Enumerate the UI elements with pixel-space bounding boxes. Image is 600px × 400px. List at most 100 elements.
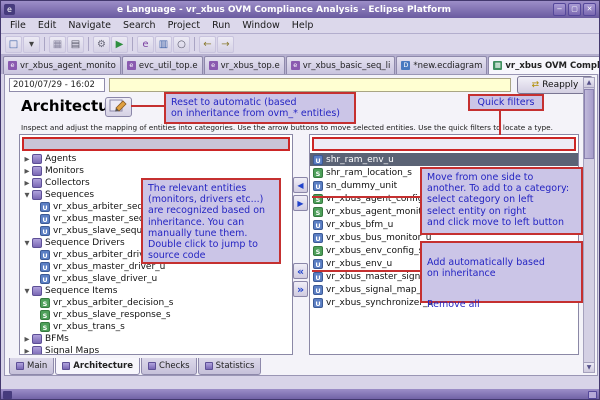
analysis-timestamp-field[interactable]: 2010/07/29 - 16:02 — [9, 78, 105, 92]
editor-tab-label: vr_xbus_top.e — [220, 60, 280, 71]
editor-tab-vr-xbus-ovm-complian[interactable]: ▦vr_xbus OVM Complian✕ — [488, 56, 599, 74]
close-button[interactable]: ✕ — [583, 3, 596, 16]
entity-label: vr_xbus_signal_map_u — [326, 284, 427, 295]
collapse-icon[interactable]: ▼ — [22, 191, 32, 199]
entity-type-icon: S — [40, 298, 50, 308]
entity-type-icon: U — [313, 219, 323, 230]
save-icon[interactable]: ▦ — [49, 35, 66, 53]
category-label: Sequence Items — [45, 286, 118, 296]
reapply-button[interactable]: ⇄ Reapply — [517, 76, 593, 94]
tree-entity-row[interactable]: Svr_xbus_slave_response_s — [20, 309, 292, 321]
editor-tab-new-ecdiagram[interactable]: D *new.ecdiagram — [396, 56, 488, 74]
status-bar — [1, 389, 599, 399]
collapse-icon[interactable]: ▼ — [22, 287, 32, 295]
editor-tab-vr-xbus-agent-monito[interactable]: e vr_xbus_agent_monito — [3, 56, 121, 74]
add-remove-connector — [312, 270, 420, 272]
view-tab-icon — [148, 362, 157, 370]
editor-tab-label: evc_util_top.e — [138, 60, 198, 71]
run-icon[interactable]: ▶ — [111, 35, 128, 53]
menu-edit[interactable]: Edit — [32, 19, 62, 32]
add-auto-note: Add automatically based on inheritance — [427, 257, 545, 280]
minimize-button[interactable]: − — [553, 3, 566, 16]
back-icon[interactable]: ← — [199, 35, 216, 53]
entity-label: vr_xbus_bfm_u — [326, 219, 394, 230]
category-icon — [32, 238, 42, 248]
editor-tab-bar: e vr_xbus_agent_monito e evc_util_top.e e vr_… — [1, 55, 599, 74]
menu-window[interactable]: Window — [236, 19, 285, 32]
move-right-button[interactable]: ▶ — [293, 195, 308, 211]
category-filter-input[interactable] — [22, 137, 290, 151]
menu-project[interactable]: Project — [162, 19, 207, 32]
menu-run[interactable]: Run — [206, 19, 236, 32]
menu-search[interactable]: Search — [117, 19, 162, 32]
collapse-icon[interactable]: ▼ — [22, 239, 32, 247]
move-all-left-button[interactable]: « — [293, 263, 308, 279]
entity-type-icon: S — [40, 310, 50, 320]
entity-label: vr_xbus_arbiter_decision_s — [53, 298, 174, 308]
move-left-button[interactable]: ◀ — [293, 177, 308, 193]
analysis-message-field[interactable] — [109, 78, 511, 92]
reset-to-automatic-button[interactable] — [105, 97, 132, 117]
view-tab-statistics[interactable]: Statistics — [197, 358, 262, 375]
maximize-button[interactable]: ▢ — [568, 3, 581, 16]
tree-category-row[interactable]: ▼ Sequence Items — [20, 285, 292, 297]
tree-category-row[interactable]: ▶ BFMs — [20, 333, 292, 345]
category-icon — [32, 178, 42, 188]
expand-icon[interactable]: ▶ — [22, 179, 32, 187]
editor-tab-evc-util-top-e[interactable]: e evc_util_top.e — [121, 56, 203, 74]
scrollbar-up-icon[interactable]: ▲ — [584, 78, 594, 88]
entity-label: vr_xbus_env_u — [326, 258, 393, 269]
expand-icon[interactable]: ▶ — [22, 155, 32, 163]
tree-category-row[interactable]: ▶ Monitors — [20, 165, 292, 177]
view-tab-main[interactable]: Main — [9, 358, 55, 375]
view-tab-checks[interactable]: Checks — [141, 358, 197, 375]
tree-entity-row[interactable]: Svr_xbus_trans_s — [20, 321, 292, 333]
window-title: e Language - vr_xbus OVM Compliance Anal… — [116, 4, 452, 15]
move-all-right-button[interactable]: » — [293, 281, 308, 297]
new-diagram-icon[interactable]: ▥ — [155, 35, 172, 53]
editor-tab-vr-xbus-top-e[interactable]: e vr_xbus_top.e — [203, 56, 285, 74]
title-bar[interactable]: e e Language - vr_xbus OVM Compliance An… — [1, 1, 599, 18]
editor-tab-label: vr_xbus_basic_seq_li — [302, 60, 391, 71]
tree-entity-row[interactable]: Uvr_xbus_slave_driver_u — [20, 273, 292, 285]
entity-type-icon: U — [40, 202, 50, 212]
entity-label: vr_xbus_slave_driver_u — [53, 274, 158, 284]
tree-category-row[interactable]: ▶ Agents — [20, 153, 292, 165]
view-tab-icon — [204, 362, 213, 370]
search-icon[interactable]: ○ — [173, 35, 190, 53]
expand-icon[interactable]: ▶ — [22, 167, 32, 175]
view-tab-label: Statistics — [215, 361, 255, 371]
forward-icon[interactable]: → — [217, 35, 234, 53]
toolbar-separator — [44, 37, 45, 51]
entity-type-icon: U — [40, 226, 50, 236]
category-label: Agents — [45, 154, 77, 164]
editor-tab-vr-xbus-basic-seq-li[interactable]: e vr_xbus_basic_seq_li — [285, 56, 396, 74]
category-label: Sequences — [45, 190, 95, 200]
menu-help[interactable]: Help — [286, 19, 320, 32]
new-wizard-icon[interactable]: □ — [5, 35, 22, 53]
category-icon — [32, 190, 42, 200]
file-icon: D — [401, 61, 411, 70]
expand-icon[interactable]: ▶ — [22, 335, 32, 343]
entity-type-icon: U — [40, 262, 50, 272]
resize-grip[interactable] — [588, 391, 597, 399]
dropdown-arrow-icon[interactable]: ▾ — [23, 35, 40, 53]
menu-file[interactable]: File — [4, 19, 32, 32]
tree-entity-row[interactable]: Svr_xbus_arbiter_decision_s — [20, 297, 292, 309]
entity-type-icon: S — [313, 206, 323, 217]
expand-icon[interactable]: ▶ — [22, 347, 32, 354]
entity-filter-input[interactable] — [312, 137, 576, 151]
print-icon[interactable]: ▤ — [67, 35, 84, 53]
toolbar-icons: □ ▾ ▦ ▤ ⚙ ▶ e ▥ ○ ← → — [1, 34, 599, 55]
view-tab-architecture[interactable]: Architecture — [55, 358, 141, 375]
scrollbar-down-icon[interactable]: ▼ — [584, 362, 594, 372]
menu-navigate[interactable]: Navigate — [62, 19, 117, 32]
view-scrollbar[interactable]: ▲ ▼ — [583, 77, 595, 373]
tree-category-row[interactable]: ▶ Signal Maps — [20, 345, 292, 354]
new-e-file-icon[interactable]: e — [137, 35, 154, 53]
scrollbar-thumb[interactable] — [584, 89, 594, 159]
category-label: BFMs — [45, 334, 69, 344]
list-item[interactable]: Ushr_ram_env_u — [310, 153, 578, 166]
build-icon[interactable]: ⚙ — [93, 35, 110, 53]
file-icon: e — [208, 61, 218, 70]
